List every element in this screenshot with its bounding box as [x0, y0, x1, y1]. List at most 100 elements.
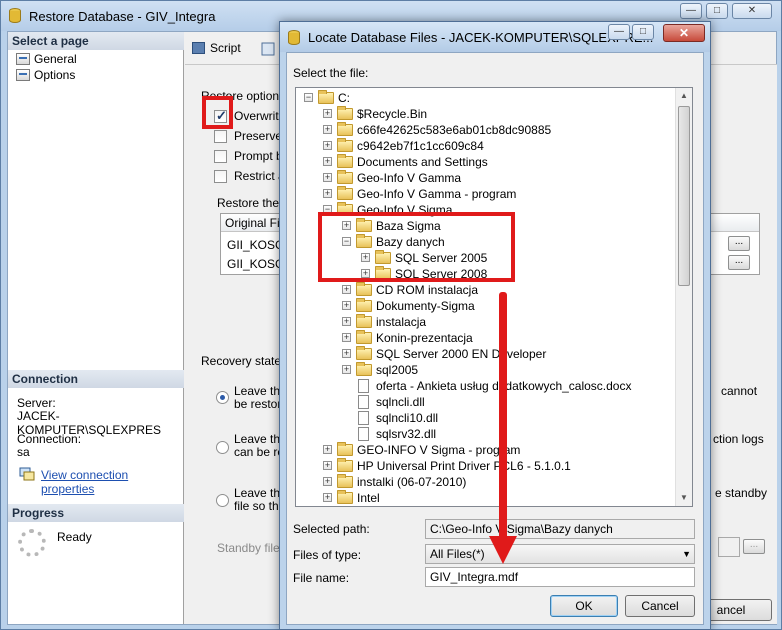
tree-item[interactable]: + Geo-Info V Gamma - program	[296, 186, 676, 202]
dialog-close-button[interactable]: ✕	[663, 24, 705, 42]
tree-item[interactable]: + Konin-prezentacja	[296, 330, 676, 346]
folder-icon	[356, 346, 372, 360]
expand-icon[interactable]: +	[323, 141, 332, 150]
tree-item[interactable]: + GEO-INFO V Sigma - program	[296, 442, 676, 458]
progress-status: Ready	[57, 530, 92, 544]
preserve-checkbox[interactable]	[214, 130, 227, 143]
minimize-button[interactable]: —	[680, 3, 702, 19]
tree-item[interactable]: + SQL Server 2000 EN Developer	[296, 346, 676, 362]
expand-icon[interactable]: +	[323, 461, 332, 470]
expand-icon[interactable]: +	[323, 493, 332, 502]
recovery-radio-2[interactable]	[216, 441, 229, 454]
expand-icon[interactable]: +	[323, 445, 332, 454]
dialog-title: Locate Database Files - JACEK-KOMPUTER\S…	[308, 30, 654, 45]
tree-item[interactable]: + instalacja	[296, 314, 676, 330]
files-of-type-label: Files of type:	[293, 548, 362, 562]
dialog-titlebar[interactable]: Locate Database Files - JACEK-KOMPUTER\S…	[280, 22, 710, 52]
recovery-state-label: Recovery state	[201, 354, 282, 368]
tree-item[interactable]: + instalki (06-07-2010)	[296, 474, 676, 490]
file-tree[interactable]: +MSOCache+Intel+instalki (06-07-2010)+HP…	[295, 87, 693, 507]
tree-item[interactable]: + Geo-Info V Gamma	[296, 170, 676, 186]
tree-item-label: HP Universal Print Driver PCL6 - 5.1.0.1	[357, 459, 571, 473]
tree-item[interactable]: oferta - Ankieta usług dodatkowych_calos…	[296, 378, 676, 394]
standby-file-field	[718, 537, 740, 557]
selected-path-label: Selected path:	[293, 522, 370, 536]
annotation-arrow-head	[489, 536, 517, 564]
recovery-opt2-text2: can be re	[234, 445, 285, 459]
recovery-right-text-3: e standby	[715, 486, 768, 500]
left-pane: Select a page General Options Connection…	[8, 32, 184, 624]
tree-item[interactable]: + sql2005	[296, 362, 676, 378]
connection-label: Connection:	[17, 432, 82, 446]
tree-item[interactable]: + $Recycle.Bin	[296, 106, 676, 122]
connection-properties-icon	[19, 467, 35, 481]
tree-item[interactable]: sqlsrv32.dll	[296, 426, 676, 442]
collapse-icon[interactable]: −	[304, 93, 313, 102]
expand-icon[interactable]: +	[323, 125, 332, 134]
browse-button[interactable]: ...	[728, 255, 750, 270]
expand-icon[interactable]: +	[342, 317, 351, 326]
files-of-type-select[interactable]: All Files(*) ▼	[425, 544, 695, 564]
standby-browse-button: ...	[743, 539, 765, 554]
help-icon[interactable]	[261, 42, 275, 56]
maximize-button[interactable]: □	[706, 3, 728, 19]
page-options[interactable]: Options	[16, 67, 75, 83]
tree-item[interactable]: + Intel	[296, 490, 676, 506]
recovery-right-text-2: ction logs	[713, 432, 764, 446]
folder-icon	[337, 458, 353, 472]
tree-item[interactable]: +MSOCache	[296, 506, 676, 507]
tree-item-label: c66fe42625c583e6ab01cb8dc90885	[357, 123, 552, 137]
tree-item[interactable]: + Dokumenty-Sigma	[296, 298, 676, 314]
expand-icon[interactable]: +	[323, 189, 332, 198]
tree-item[interactable]: + HP Universal Print Driver PCL6 - 5.1.0.…	[296, 458, 676, 474]
tree-item[interactable]: + Documents and Settings	[296, 154, 676, 170]
close-button[interactable]: ✕	[732, 3, 772, 19]
page-icon	[16, 69, 30, 81]
view-connection-properties-link[interactable]: View connection properties	[41, 468, 183, 496]
tree-item[interactable]: + c9642eb7f1c1cc609c84	[296, 138, 676, 154]
scroll-up-icon[interactable]: ▲	[676, 88, 692, 104]
dialog-cancel-button[interactable]: Cancel	[625, 595, 695, 617]
prompt-checkbox[interactable]	[214, 150, 227, 163]
folder-icon	[356, 298, 372, 312]
expand-icon[interactable]: +	[342, 365, 351, 374]
folder-icon	[356, 314, 372, 328]
chevron-down-icon: ▼	[682, 549, 691, 559]
recovery-radio-3[interactable]	[216, 494, 229, 507]
expand-icon[interactable]: +	[323, 109, 332, 118]
file-icon	[358, 411, 369, 425]
expand-icon[interactable]: +	[342, 349, 351, 358]
tree-item[interactable]: + CD ROM instalacja	[296, 282, 676, 298]
expand-icon[interactable]: +	[342, 285, 351, 294]
file-name-label: File name:	[293, 571, 350, 585]
tree-item-label: Geo-Info V Gamma - program	[357, 187, 517, 201]
select-page-header: Select a page	[8, 32, 184, 50]
scroll-down-icon[interactable]: ▼	[676, 490, 692, 506]
file-name-input[interactable]	[425, 567, 695, 587]
tree-item[interactable]: sqlncli10.dll	[296, 410, 676, 426]
recovery-right-text-1: cannot	[721, 384, 758, 398]
tree-item[interactable]: + c66fe42625c583e6ab01cb8dc90885	[296, 122, 676, 138]
tree-scrollbar[interactable]: ▲ ▼	[675, 88, 692, 506]
tree-item[interactable]: sqlncli.dll	[296, 394, 676, 410]
page-general[interactable]: General	[16, 51, 77, 67]
restrict-checkbox[interactable]	[214, 170, 227, 183]
browse-button[interactable]: ...	[728, 236, 750, 251]
file-icon	[358, 379, 369, 393]
scroll-thumb[interactable]	[678, 106, 690, 286]
expand-icon[interactable]: +	[323, 173, 332, 182]
dialog-minimize-button[interactable]: —	[608, 24, 630, 40]
recovery-radio-1[interactable]	[216, 391, 229, 404]
expand-icon[interactable]: +	[342, 301, 351, 310]
expand-icon[interactable]: +	[342, 333, 351, 342]
folder-icon	[337, 154, 353, 168]
annotation-arrow-line	[499, 292, 507, 540]
expand-icon[interactable]: +	[323, 477, 332, 486]
expand-icon[interactable]: +	[323, 157, 332, 166]
dialog-maximize-button[interactable]: □	[632, 24, 654, 40]
ok-button[interactable]: OK	[550, 595, 618, 617]
tree-item[interactable]: − C:	[296, 90, 676, 106]
script-icon	[192, 42, 205, 54]
script-button[interactable]: Script	[192, 38, 241, 58]
tree-item-label: Documents and Settings	[357, 155, 488, 169]
